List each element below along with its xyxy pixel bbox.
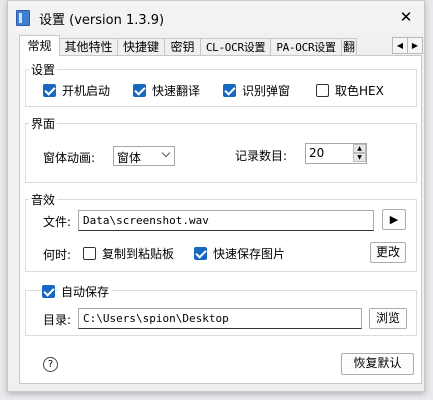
title-bar: 设置 (version 1.3.9) ✕ [8, 1, 424, 33]
sound-file-label: 文件: [43, 215, 72, 229]
tab-other-features[interactable]: 其他特性 [59, 38, 118, 55]
sound-file-input[interactable]: Data\screenshot.wav [78, 210, 374, 231]
chevron-down-icon [161, 148, 171, 158]
change-button[interactable]: 更改 [370, 242, 406, 263]
close-button[interactable]: ✕ [388, 1, 424, 33]
directory-value: C:\Users\spion\Desktop [83, 312, 229, 325]
records-spinbox[interactable]: 20 ▲ ▼ [305, 143, 367, 164]
animation-label: 窗体动画: [43, 151, 96, 165]
sound-group-title: 音效 [29, 191, 58, 208]
color-hex-label: 取色HEX [335, 84, 384, 98]
settings-group-title: 设置 [29, 61, 58, 78]
app-icon [16, 10, 30, 26]
general-tab-panel: 设置 开机启动 快速翻译 识别弹窗 取色HEX 界面 窗体动画: 窗体 记录数目… [19, 55, 422, 384]
help-icon[interactable]: ? [43, 357, 58, 372]
quick-save-image-label: 快速保存图片 [213, 247, 286, 261]
autosave-checkbox[interactable] [42, 285, 55, 298]
recognize-popup-checkbox[interactable] [223, 84, 236, 97]
quick-translate-label: 快速翻译 [152, 84, 201, 98]
tab-cl-ocr[interactable]: CL-OCR设置 [200, 38, 271, 55]
autosave-group-title: 自动保存 [58, 283, 113, 300]
ui-group-title: 界面 [29, 115, 58, 132]
tab-keys[interactable]: 密钥 [164, 38, 201, 55]
directory-input[interactable]: C:\Users\spion\Desktop [78, 308, 362, 329]
autostart-checkbox[interactable] [43, 84, 56, 97]
tab-scroll-buttons: ◀ ▶ [392, 37, 423, 54]
directory-label: 目录: [43, 313, 72, 327]
copy-to-clipboard-label: 复制到粘贴板 [102, 247, 175, 261]
recognize-popup-label: 识别弹窗 [242, 84, 291, 98]
sound-file-value: Data\screenshot.wav [83, 214, 209, 227]
animation-select[interactable]: 窗体 [113, 146, 175, 166]
spin-up-icon[interactable]: ▲ [353, 144, 366, 153]
color-hex-checkbox[interactable] [316, 84, 329, 97]
quick-translate-checkbox[interactable] [133, 84, 146, 97]
tab-general[interactable]: 常规 [19, 35, 60, 56]
tab-hotkeys[interactable]: 快捷键 [117, 38, 165, 55]
settings-window: 设置 (version 1.3.9) ✕ 常规 其他特性 快捷键 密钥 CL-O… [7, 0, 425, 392]
records-label: 记录数目: [235, 149, 288, 163]
tab-translate[interactable]: 翻 [341, 38, 357, 55]
spin-down-icon[interactable]: ▼ [353, 153, 366, 162]
tab-pa-ocr[interactable]: PA-OCR设置 [270, 38, 342, 55]
restore-defaults-button[interactable]: 恢复默认 [341, 353, 414, 375]
copy-to-clipboard-checkbox[interactable] [83, 247, 96, 260]
window-title: 设置 (version 1.3.9) [39, 13, 165, 28]
autostart-label: 开机启动 [62, 84, 111, 98]
animation-select-value: 窗体 [117, 151, 142, 165]
tab-bar: 常规 其他特性 快捷键 密钥 CL-OCR设置 PA-OCR设置 翻 ◀ ▶ [19, 35, 423, 56]
tab-scroll-left-icon[interactable]: ◀ [392, 37, 408, 54]
when-label: 何时: [43, 248, 72, 262]
browse-button[interactable]: 浏览 [369, 308, 407, 329]
play-sound-button[interactable]: ▶ [382, 209, 406, 230]
tab-scroll-right-icon[interactable]: ▶ [407, 37, 423, 54]
records-value: 20 [309, 146, 325, 160]
quick-save-image-checkbox[interactable] [194, 247, 207, 260]
